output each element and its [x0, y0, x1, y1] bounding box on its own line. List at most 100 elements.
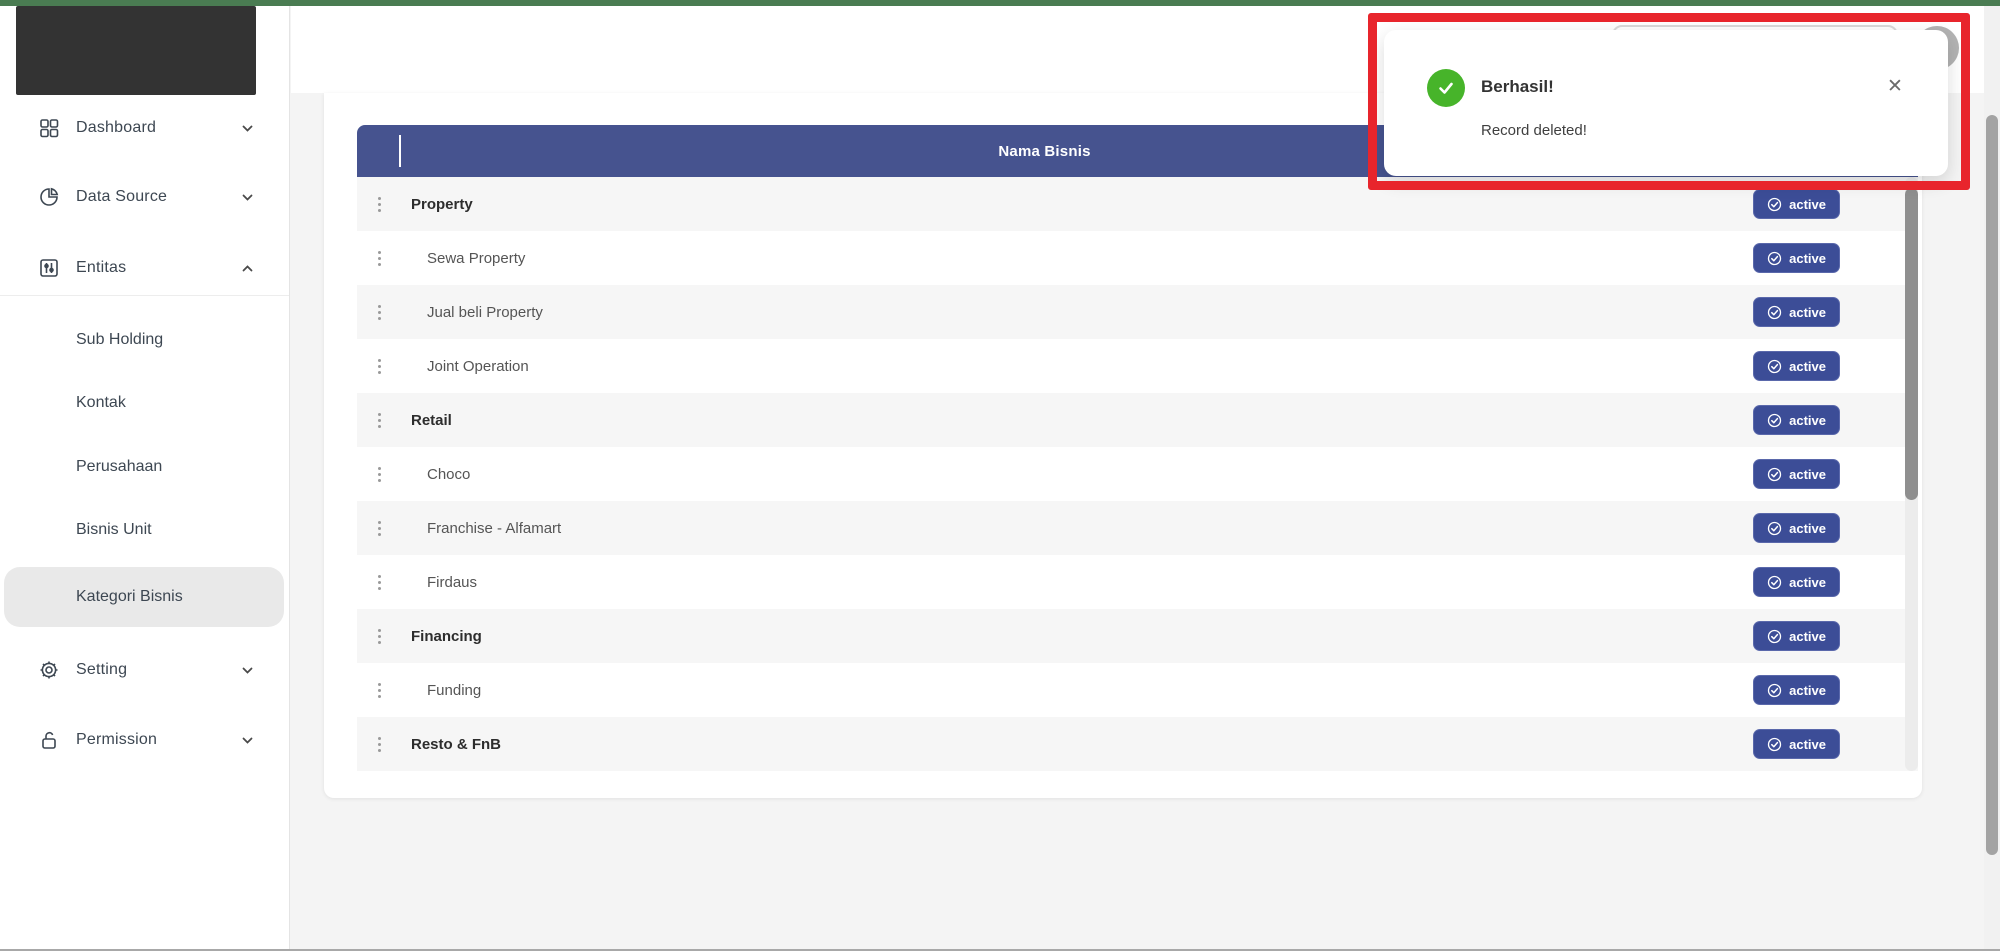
sub-item-label: Kontak — [76, 394, 126, 412]
row-name: Jual beli Property — [427, 304, 543, 321]
sidebar-item-permission[interactable]: Permission — [0, 716, 289, 764]
status-badge[interactable]: active — [1753, 675, 1840, 705]
status-badge[interactable]: active — [1753, 513, 1840, 543]
table-row[interactable]: Funding active — [357, 663, 1918, 717]
row-menu-icon[interactable] — [372, 305, 387, 320]
row-name: Choco — [427, 466, 470, 483]
sidebar-item-bisnis-unit[interactable]: Bisnis Unit — [0, 506, 289, 554]
status-badge-label: active — [1789, 467, 1826, 482]
unlock-icon — [38, 729, 60, 751]
sidebar-item-label: Entitas — [76, 259, 126, 277]
app-window: Dashboard Data Source Entitas — [0, 0, 2000, 951]
sidebar-item-dashboard[interactable]: Dashboard — [0, 104, 289, 152]
top-accent-bar — [0, 0, 2000, 6]
status-badge[interactable]: active — [1753, 405, 1840, 435]
row-name: Financing — [411, 628, 482, 645]
sidebar-item-kontak[interactable]: Kontak — [0, 379, 289, 427]
chevron-down-icon — [240, 121, 255, 136]
gear-icon — [38, 659, 60, 681]
table-row[interactable]: Firdaus active — [357, 555, 1918, 609]
row-name: Property — [411, 196, 473, 213]
check-circle-icon — [1427, 69, 1465, 107]
sliders-icon — [38, 257, 60, 279]
row-name: Funding — [427, 682, 481, 699]
toast-message: Record deleted! — [1481, 122, 1587, 139]
table-row[interactable]: Resto & FnB active — [357, 717, 1918, 771]
table-row[interactable]: Retail active — [357, 393, 1918, 447]
row-menu-icon[interactable] — [372, 197, 387, 212]
status-badge-label: active — [1789, 197, 1826, 212]
table-scrollbar-track[interactable] — [1905, 177, 1918, 771]
status-badge[interactable]: active — [1753, 567, 1840, 597]
toast-notification: Berhasil! Record deleted! ✕ — [1384, 30, 1948, 176]
status-badge-label: active — [1789, 305, 1826, 320]
chevron-down-icon — [240, 190, 255, 205]
sidebar-item-kategori-bisnis[interactable]: Kategori Bisnis — [4, 567, 284, 627]
row-name: Firdaus — [427, 574, 477, 591]
status-badge[interactable]: active — [1753, 351, 1840, 381]
row-name: Joint Operation — [427, 358, 529, 375]
table-row[interactable]: Choco active — [357, 447, 1918, 501]
row-menu-icon[interactable] — [372, 683, 387, 698]
sub-item-label: Sub Holding — [76, 331, 163, 349]
table-row[interactable]: Jual beli Property active — [357, 285, 1918, 339]
status-badge-label: active — [1789, 575, 1826, 590]
chevron-down-icon — [240, 663, 255, 678]
status-badge[interactable]: active — [1753, 243, 1840, 273]
row-name: Retail — [411, 412, 452, 429]
sidebar: Dashboard Data Source Entitas — [0, 6, 290, 949]
sidebar-item-perusahaan[interactable]: Perusahaan — [0, 443, 289, 491]
sidebar-divider — [0, 295, 289, 296]
logo — [16, 6, 256, 95]
sidebar-item-data-source[interactable]: Data Source — [0, 173, 289, 221]
table-row[interactable]: Financing active — [357, 609, 1918, 663]
status-badge[interactable]: active — [1753, 459, 1840, 489]
status-badge-label: active — [1789, 521, 1826, 536]
sidebar-item-setting[interactable]: Setting — [0, 646, 289, 694]
status-badge-label: active — [1789, 683, 1826, 698]
table-body: Property active Sewa Property active Jua… — [357, 177, 1918, 771]
sub-item-label: Perusahaan — [76, 458, 162, 476]
close-icon[interactable]: ✕ — [1884, 75, 1906, 97]
row-menu-icon[interactable] — [372, 575, 387, 590]
table-card: Nama Bisnis Property active Sewa Propert… — [324, 93, 1922, 798]
status-badge[interactable]: active — [1753, 729, 1840, 759]
row-menu-icon[interactable] — [372, 521, 387, 536]
status-badge[interactable]: active — [1753, 621, 1840, 651]
table-row[interactable]: Property active — [357, 177, 1918, 231]
toast-title: Berhasil! — [1481, 77, 1554, 97]
row-name: Franchise - Alfamart — [427, 520, 561, 537]
row-menu-icon[interactable] — [372, 413, 387, 428]
sidebar-item-sub-holding[interactable]: Sub Holding — [0, 316, 289, 364]
status-badge[interactable]: active — [1753, 189, 1840, 219]
sub-item-label: Bisnis Unit — [76, 521, 152, 539]
row-menu-icon[interactable] — [372, 467, 387, 482]
row-menu-icon[interactable] — [372, 737, 387, 752]
sidebar-item-label: Data Source — [76, 188, 167, 206]
table-scrollbar-thumb[interactable] — [1905, 188, 1918, 500]
status-badge[interactable]: active — [1753, 297, 1840, 327]
window-scrollbar-track[interactable] — [1984, 6, 2000, 949]
pie-chart-icon — [38, 186, 60, 208]
table-row[interactable]: Joint Operation active — [357, 339, 1918, 393]
kategori-bisnis-table: Nama Bisnis Property active Sewa Propert… — [357, 125, 1918, 771]
table-row[interactable]: Sewa Property active — [357, 231, 1918, 285]
sidebar-item-label: Permission — [76, 731, 157, 749]
row-name: Sewa Property — [427, 250, 525, 267]
row-menu-icon[interactable] — [372, 251, 387, 266]
sub-item-label: Kategori Bisnis — [76, 588, 183, 606]
status-badge-label: active — [1789, 359, 1826, 374]
sidebar-item-label: Setting — [76, 661, 127, 679]
chevron-up-icon — [240, 261, 255, 276]
grid-icon — [38, 117, 60, 139]
status-badge-label: active — [1789, 629, 1826, 644]
status-badge-label: active — [1789, 737, 1826, 752]
window-scrollbar-thumb[interactable] — [1986, 115, 1998, 855]
row-menu-icon[interactable] — [372, 359, 387, 374]
row-menu-icon[interactable] — [372, 629, 387, 644]
row-name: Resto & FnB — [411, 736, 501, 753]
status-badge-label: active — [1789, 251, 1826, 266]
table-row[interactable]: Franchise - Alfamart active — [357, 501, 1918, 555]
sidebar-item-label: Dashboard — [76, 119, 156, 137]
sidebar-item-entitas[interactable]: Entitas — [0, 244, 289, 292]
